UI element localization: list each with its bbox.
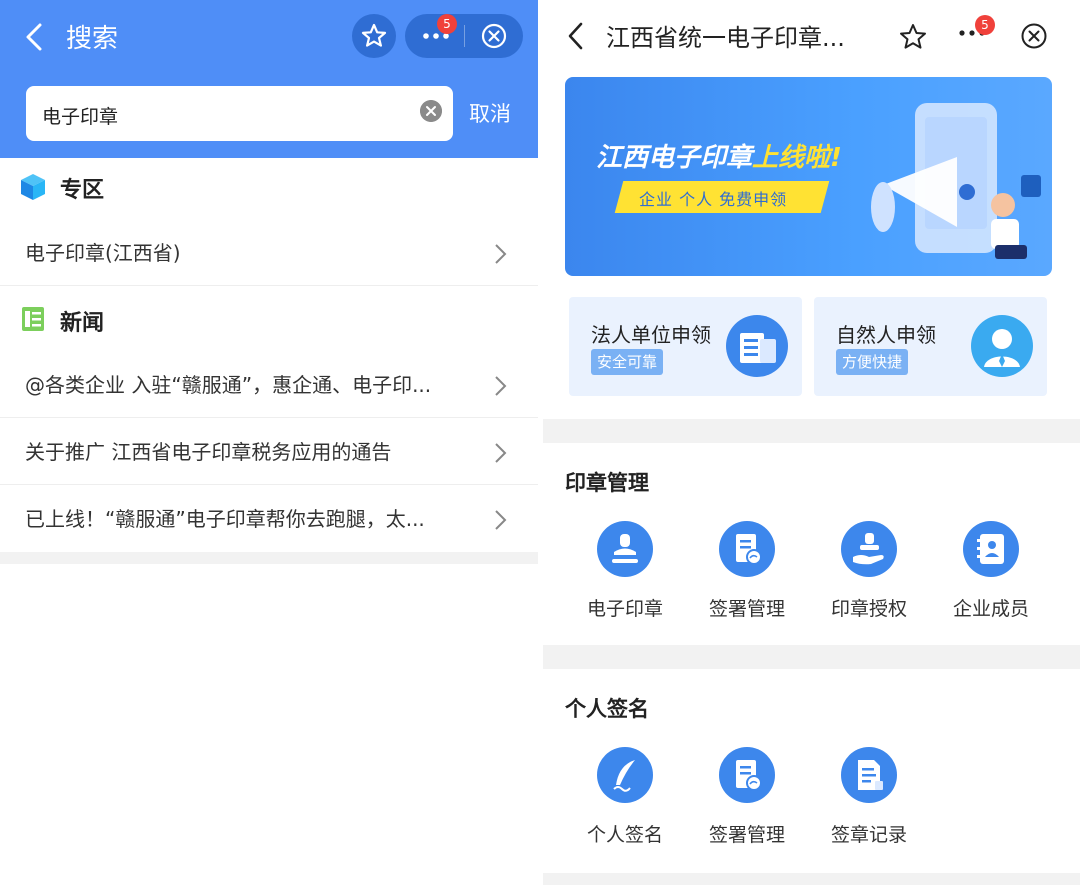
cancel-button[interactable]: 取消: [469, 98, 511, 128]
page-title: 江西省统一电子印章...: [606, 24, 845, 52]
func-label: 个人签名: [586, 824, 663, 846]
card-legal-entity-apply[interactable]: 法人单位申领 安全可靠: [569, 297, 802, 396]
chevron-right-icon: [495, 244, 507, 264]
news-item[interactable]: 关于推广 江西省电子印章税务应用的通告: [0, 419, 538, 485]
capsule-divider: [464, 25, 465, 47]
news-section-title: 新闻: [60, 311, 105, 336]
card-title: 自然人申领: [836, 323, 936, 347]
document-sign-icon: [719, 521, 775, 577]
section-divider: [0, 552, 538, 564]
card-natural-person-apply[interactable]: 自然人申领 方便快捷: [814, 297, 1047, 396]
news-item-label: 关于推广 江西省电子印章税务应用的通告: [25, 440, 392, 464]
news-item-label: 已上线！“赣服通”电子印章帮你去跑腿，太...: [25, 507, 425, 531]
banner-title-main: 江西电子印章: [596, 143, 753, 173]
document-sign-icon: [719, 747, 775, 803]
search-panel: 搜索 5 电子印章 取消 专区 电子印章(江西省) 新闻 @各类企业 入驻“赣服…: [0, 0, 538, 885]
chevron-right-icon: [495, 376, 507, 396]
news-icon: [22, 307, 44, 331]
banner-title-highlight: 上线啦: [752, 143, 831, 173]
close-circle-icon[interactable]: [1020, 22, 1048, 50]
section-divider: [543, 419, 1080, 443]
building-icon: [726, 315, 788, 377]
func-label: 签署管理: [708, 824, 785, 846]
back-arrow-icon[interactable]: [565, 20, 587, 52]
card-tag: 安全可靠: [591, 349, 664, 375]
banner-title: 江西电子印章上线啦!: [596, 137, 842, 174]
card-tag: 方便快捷: [836, 349, 909, 375]
favorite-button[interactable]: [352, 14, 396, 58]
search-header: 搜索 5 电子印章 取消: [0, 0, 538, 158]
news-item[interactable]: @各类企业 入驻“赣服通”，惠企通、电子印...: [0, 352, 538, 418]
search-input-value: 电子印章: [42, 106, 119, 128]
close-circle-icon[interactable]: [480, 22, 508, 50]
cube-icon: [21, 174, 45, 200]
notification-badge: 5: [975, 15, 995, 35]
section-divider: [543, 873, 1080, 885]
news-item[interactable]: 已上线！“赣服通”电子印章帮你去跑腿，太...: [0, 486, 538, 552]
func-label: 企业成员: [952, 598, 1029, 620]
back-arrow-icon[interactable]: [22, 20, 52, 54]
func-label: 签章记录: [830, 824, 907, 846]
news-item-label: @各类企业 入驻“赣服通”，惠企通、电子印...: [25, 373, 432, 397]
func-label: 印章授权: [830, 598, 907, 620]
chevron-right-icon: [495, 510, 507, 530]
feather-pen-icon: [597, 747, 653, 803]
func-label: 签署管理: [708, 598, 785, 620]
func-label: 电子印章: [586, 598, 663, 620]
banner-tag: 企业 个人 免费申领: [639, 190, 788, 209]
seal-management-title: 印章管理: [565, 471, 649, 495]
banner-title-exclamation: !: [830, 143, 842, 173]
capsule-menu: [405, 14, 523, 58]
seal-app-panel: 江西省统一电子印章... 5 江西电子印章上线啦! 企业 个人 免费申领 法人单…: [543, 0, 1080, 885]
banner-decoration: [871, 103, 1041, 259]
section-divider: [543, 645, 1080, 669]
person-icon: [971, 315, 1033, 377]
star-icon: [361, 23, 387, 47]
special-section-title: 专区: [60, 178, 105, 203]
card-title: 法人单位申领: [591, 323, 711, 347]
clear-icon[interactable]: [420, 100, 442, 122]
page-title: 搜索: [66, 24, 119, 54]
contacts-icon: [963, 521, 1019, 577]
chevron-right-icon: [495, 443, 507, 463]
record-icon: [841, 747, 897, 803]
notification-badge: 5: [437, 14, 457, 34]
list-item[interactable]: 电子印章(江西省): [0, 220, 538, 286]
promo-banner[interactable]: 江西电子印章上线啦! 企业 个人 免费申领: [565, 77, 1052, 276]
seal-hand-icon: [841, 521, 897, 577]
personal-signature-title: 个人签名: [565, 697, 649, 721]
search-input[interactable]: 电子印章: [26, 86, 453, 141]
seal-icon: [597, 521, 653, 577]
list-item-label: 电子印章(江西省): [25, 241, 181, 265]
star-icon[interactable]: [898, 22, 928, 52]
